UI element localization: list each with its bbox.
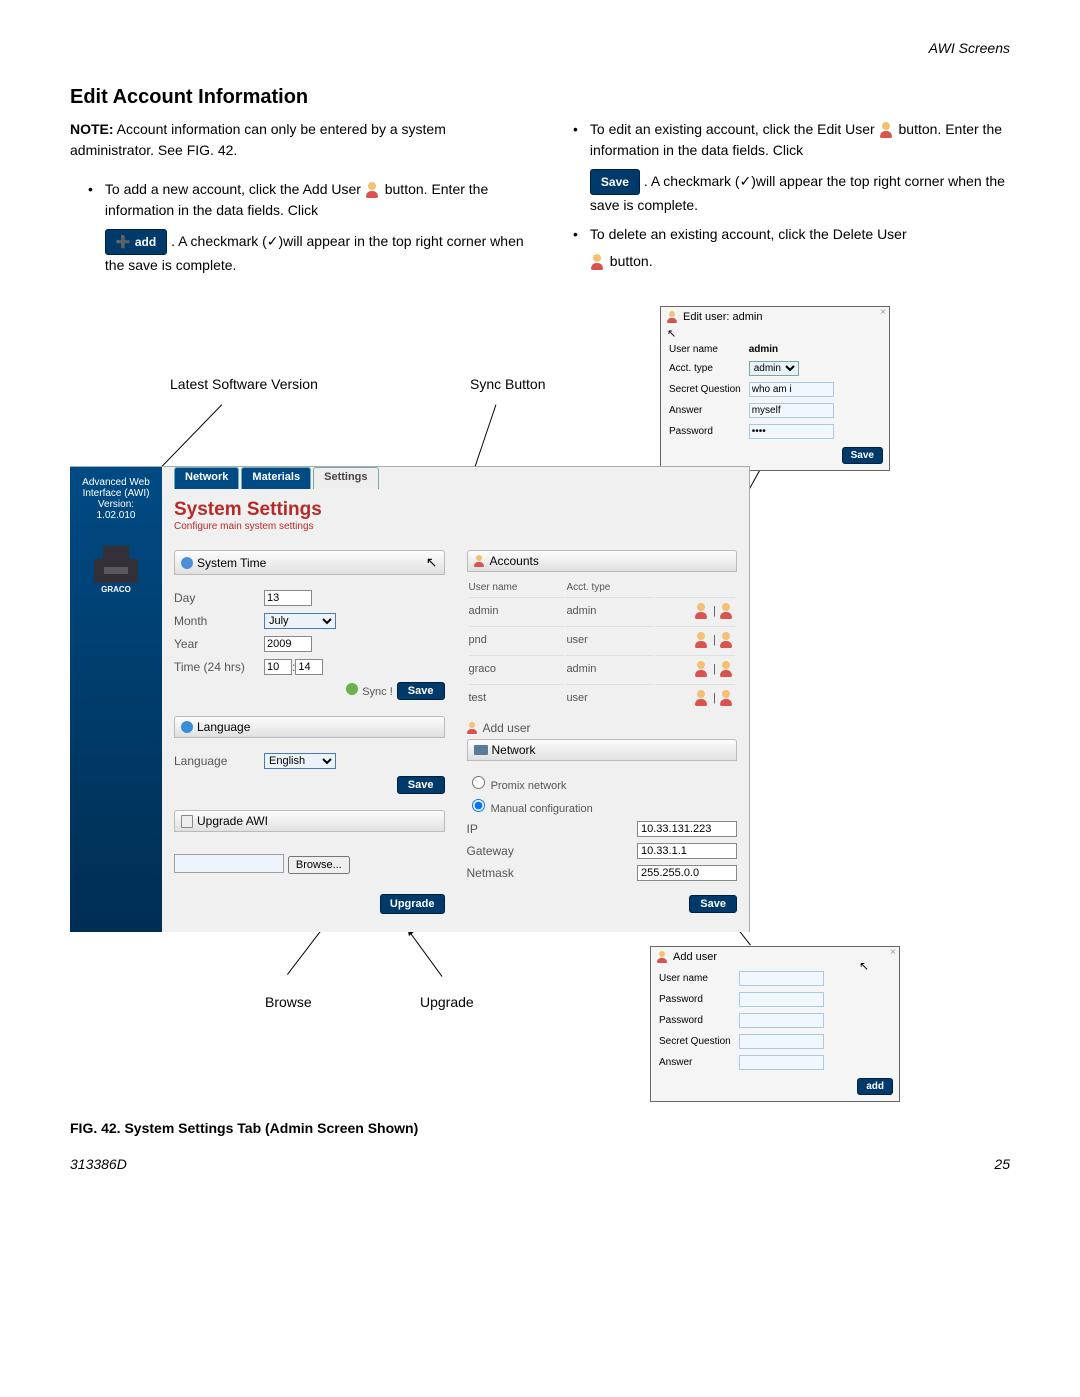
add-button[interactable]: ➕ add — [105, 229, 167, 255]
upgrade-header: Upgrade AWI — [174, 810, 445, 832]
hour-input[interactable] — [264, 659, 292, 675]
user-icon — [657, 951, 669, 963]
delete-user-icon[interactable] — [719, 603, 735, 619]
language-header: Language — [174, 716, 445, 738]
callout-sync: Sync Button — [470, 376, 546, 392]
system-time-header: System Time ↖ — [174, 550, 445, 575]
add-user-icon — [365, 182, 381, 198]
upgrade-path-input[interactable] — [174, 854, 284, 873]
edit-user-icon[interactable] — [694, 690, 710, 706]
page-heading: Edit Account Information — [70, 86, 1010, 109]
footer-page: 25 — [994, 1156, 1010, 1172]
month-select[interactable]: July — [264, 613, 336, 629]
delete-user-icon — [590, 254, 606, 270]
tab-materials[interactable]: Materials — [241, 467, 311, 489]
close-icon[interactable]: × — [890, 947, 896, 958]
section-header: AWI Screens — [70, 40, 1010, 56]
manual-radio[interactable] — [472, 799, 485, 812]
minute-input[interactable] — [295, 659, 323, 675]
popup-add-button[interactable]: add — [857, 1078, 893, 1095]
document-icon — [181, 815, 193, 828]
edit-user-icon[interactable] — [694, 603, 710, 619]
promix-radio[interactable] — [472, 776, 485, 789]
add-user-icon — [467, 722, 479, 734]
note-label: NOTE: — [70, 121, 114, 137]
graco-logo — [94, 539, 138, 583]
add-pw2-input[interactable] — [739, 1013, 824, 1028]
callout-browse: Browse — [265, 994, 312, 1010]
tab-network[interactable]: Network — [174, 467, 239, 489]
footer-doc: 313386D — [70, 1156, 127, 1172]
tab-settings[interactable]: Settings — [313, 467, 378, 489]
time-save-button[interactable]: Save — [397, 682, 445, 700]
netmask-input[interactable] — [637, 865, 737, 881]
table-row: adminadmin | — [469, 597, 736, 624]
sync-icon[interactable] — [346, 683, 358, 695]
edit-user-icon[interactable] — [694, 661, 710, 677]
browse-button[interactable]: Browse... — [288, 856, 350, 874]
add-user-popup: × Add user ↖ User name Password Password… — [650, 946, 900, 1102]
secret-q-input[interactable] — [749, 382, 834, 397]
accounts-header: Accounts — [467, 550, 738, 572]
settings-subtitle: Configure main system settings — [174, 521, 737, 532]
network-icon — [474, 745, 488, 755]
add-sq-input[interactable] — [739, 1034, 824, 1049]
clock-icon — [181, 557, 193, 569]
add-pw1-input[interactable] — [739, 992, 824, 1007]
add-text-1: To add a new account, click the Add User — [105, 181, 365, 197]
users-icon — [474, 555, 486, 567]
callout-version: Latest Software Version — [170, 376, 318, 392]
table-row: pnduser | — [469, 626, 736, 653]
del-text-1: To delete an existing account, click the… — [590, 226, 907, 242]
settings-title: System Settings — [174, 499, 737, 521]
add-user-link[interactable]: Add user — [467, 721, 738, 735]
edit-text-3: . A checkmark (✓)will appear the top rig… — [590, 173, 1005, 213]
lang-save-button[interactable]: Save — [397, 776, 445, 794]
awi-screenshot: Advanced Web Interface (AWI) Version: 1.… — [70, 466, 750, 932]
day-input[interactable] — [264, 590, 312, 606]
user-icon — [667, 311, 679, 323]
note-text: Account information can only be entered … — [70, 121, 446, 158]
accounts-table: User nameAcct. type adminadmin | pnduser… — [467, 578, 738, 713]
edit-user-popup: × Edit user: admin ↖ User nameadmin Acct… — [660, 306, 890, 471]
del-text-2: button. — [610, 253, 653, 269]
figure-caption: FIG. 42. System Settings Tab (Admin Scre… — [70, 1120, 418, 1136]
sidebar: Advanced Web Interface (AWI) Version: 1.… — [70, 467, 162, 932]
edit-text-1: To edit an existing account, click the E… — [590, 121, 879, 137]
language-select[interactable]: English — [264, 753, 336, 769]
save-button[interactable]: Save — [590, 169, 640, 195]
year-input[interactable] — [264, 636, 312, 652]
gateway-input[interactable] — [637, 843, 737, 859]
add-ans-input[interactable] — [739, 1055, 824, 1070]
close-icon[interactable]: × — [880, 307, 886, 318]
upgrade-button[interactable]: Upgrade — [380, 894, 445, 914]
edit-user-icon[interactable] — [694, 632, 710, 648]
network-save-button[interactable]: Save — [689, 895, 737, 913]
acct-type-select[interactable]: admin — [749, 361, 799, 376]
delete-user-icon[interactable] — [719, 661, 735, 677]
globe-icon — [181, 721, 193, 733]
callout-upgrade: Upgrade — [420, 994, 474, 1010]
delete-user-icon[interactable] — [719, 632, 735, 648]
table-row: testuser | — [469, 684, 736, 711]
password-input[interactable] — [749, 424, 834, 439]
add-text-3: . A checkmark (✓)will appear in the top … — [105, 233, 524, 273]
add-username-input[interactable] — [739, 971, 824, 986]
right-column: To edit an existing account, click the E… — [555, 119, 1010, 276]
network-header: Network — [467, 739, 738, 761]
popup-save-button[interactable]: Save — [842, 447, 883, 464]
answer-input[interactable] — [749, 403, 834, 418]
ip-input[interactable] — [637, 821, 737, 837]
table-row: gracoadmin | — [469, 655, 736, 682]
left-column: NOTE: Account information can only be en… — [70, 119, 525, 276]
edit-user-icon — [879, 122, 895, 138]
delete-user-icon[interactable] — [719, 690, 735, 706]
